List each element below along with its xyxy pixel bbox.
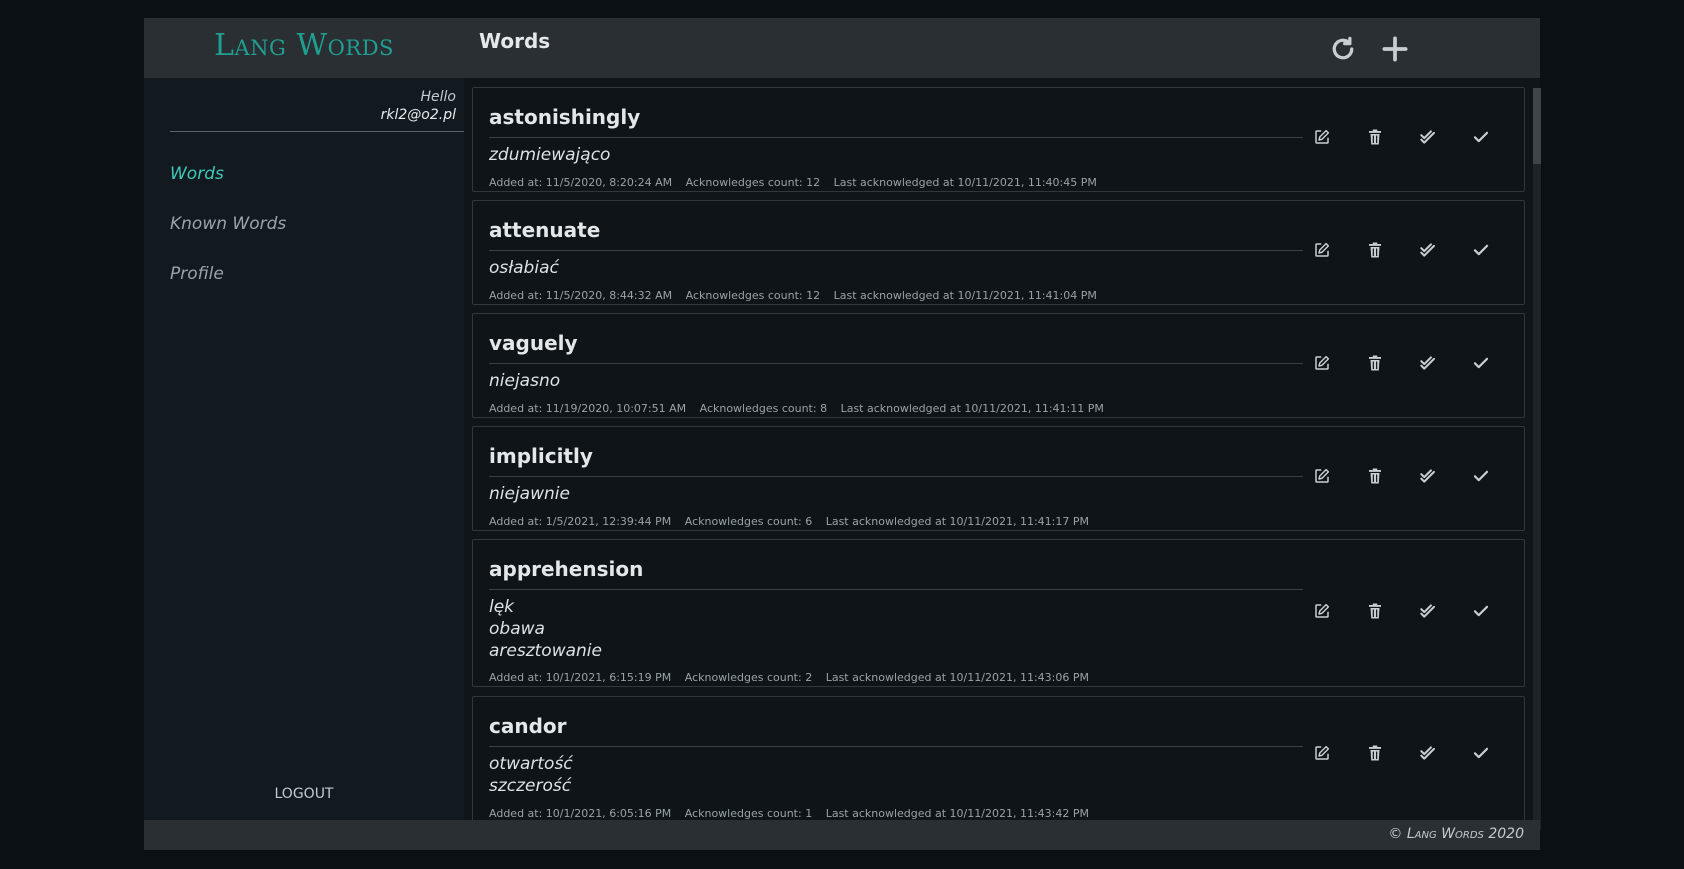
translation: niejasno — [489, 371, 561, 391]
word-text: candor — [489, 714, 567, 738]
added-at: Added at: 10/1/2021, 6:05:16 PM — [489, 807, 672, 820]
word-meta: Added at: 10/1/2021, 6:05:16 PM Acknowle… — [489, 807, 1099, 820]
word-divider — [489, 476, 1303, 477]
last-ack: Last acknowledged at 10/11/2021, 11:41:0… — [833, 289, 1097, 302]
check-icon[interactable] — [1472, 241, 1490, 259]
scrollbar[interactable] — [1533, 88, 1541, 830]
trash-icon[interactable] — [1366, 241, 1384, 259]
word-card: implicitly niejawnie Added at: 1/5/2021,… — [472, 426, 1525, 531]
word-meta: Added at: 10/1/2021, 6:15:19 PM Acknowle… — [489, 671, 1099, 684]
word-divider — [489, 746, 1303, 747]
double-check-icon[interactable] — [1419, 354, 1437, 372]
copyright: © Lang Words 2020 — [1388, 826, 1524, 842]
translation: obawa — [489, 619, 545, 639]
last-ack: Last acknowledged at 10/11/2021, 11:41:1… — [825, 515, 1089, 528]
trash-icon[interactable] — [1366, 128, 1384, 146]
word-card: astonishingly zdumiewająco Added at: 11/… — [472, 87, 1525, 192]
check-icon[interactable] — [1472, 354, 1490, 372]
ack-count: Acknowledges count: 8 — [699, 402, 828, 415]
added-at: Added at: 11/5/2020, 8:20:24 AM — [489, 176, 673, 189]
sidebar-item-known-words[interactable]: Known Words — [170, 214, 286, 234]
copyright-symbol: © — [1388, 826, 1403, 842]
top-bar: Lang Words Words — [144, 18, 1540, 78]
sidebar-item-words[interactable]: Words — [170, 164, 224, 184]
last-ack: Last acknowledged at 10/11/2021, 11:43:0… — [825, 671, 1089, 684]
check-icon[interactable] — [1472, 744, 1490, 762]
added-at: Added at: 1/5/2021, 12:39:44 PM — [489, 515, 672, 528]
app-logo[interactable]: Lang Words — [144, 28, 464, 63]
word-text: attenuate — [489, 218, 601, 242]
sidebar-item-profile[interactable]: Profile — [170, 264, 224, 284]
sidebar: Hello rkl2@o2.pl Words Known Words Profi… — [144, 78, 464, 838]
ack-count: Acknowledges count: 6 — [684, 515, 813, 528]
added-at: Added at: 11/19/2020, 10:07:51 AM — [489, 402, 687, 415]
app-window: Lang Words Words Hello rkl2@o2.pl Words … — [144, 18, 1541, 850]
translation: szczerość — [489, 776, 572, 796]
translation: otwartość — [489, 754, 573, 774]
edit-icon[interactable] — [1313, 128, 1331, 146]
edit-icon[interactable] — [1313, 744, 1331, 762]
word-divider — [489, 250, 1303, 251]
word-meta: Added at: 11/19/2020, 10:07:51 AM Acknow… — [489, 402, 1114, 415]
ack-count: Acknowledges count: 12 — [685, 289, 821, 302]
refresh-icon[interactable] — [1328, 34, 1358, 64]
word-divider — [489, 137, 1303, 138]
last-ack: Last acknowledged at 10/11/2021, 11:40:4… — [833, 176, 1097, 189]
footer: © Lang Words 2020 — [144, 820, 1540, 850]
word-meta: Added at: 1/5/2021, 12:39:44 PM Acknowle… — [489, 515, 1099, 528]
ack-count: Acknowledges count: 12 — [685, 176, 821, 189]
page-title: Words — [479, 29, 551, 53]
edit-icon[interactable] — [1313, 241, 1331, 259]
word-text: apprehension — [489, 557, 644, 581]
sidebar-divider — [170, 131, 464, 132]
greeting-text: Hello — [420, 89, 457, 105]
double-check-icon[interactable] — [1419, 241, 1437, 259]
trash-icon[interactable] — [1366, 744, 1384, 762]
translation: osłabiać — [489, 258, 559, 278]
word-text: vaguely — [489, 331, 578, 355]
translation: zdumiewająco — [489, 145, 611, 165]
check-icon[interactable] — [1472, 128, 1490, 146]
edit-icon[interactable] — [1313, 354, 1331, 372]
word-text: astonishingly — [489, 105, 641, 129]
word-meta: Added at: 11/5/2020, 8:20:24 AM Acknowle… — [489, 176, 1107, 189]
trash-icon[interactable] — [1366, 602, 1384, 620]
trash-icon[interactable] — [1366, 354, 1384, 372]
word-divider — [489, 589, 1303, 590]
double-check-icon[interactable] — [1419, 467, 1437, 485]
last-ack: Last acknowledged at 10/11/2021, 11:43:4… — [825, 807, 1089, 820]
word-card: vaguely niejasno Added at: 11/19/2020, 1… — [472, 313, 1525, 418]
added-at: Added at: 10/1/2021, 6:15:19 PM — [489, 671, 672, 684]
word-card: apprehension lęk obawa aresztowanie Adde… — [472, 539, 1525, 687]
added-at: Added at: 11/5/2020, 8:44:32 AM — [489, 289, 673, 302]
translation: aresztowanie — [489, 641, 602, 661]
plus-icon[interactable] — [1380, 34, 1410, 64]
check-icon[interactable] — [1472, 602, 1490, 620]
footer-brand: Lang Words — [1406, 826, 1484, 842]
check-icon[interactable] — [1472, 467, 1490, 485]
edit-icon[interactable] — [1313, 602, 1331, 620]
double-check-icon[interactable] — [1419, 602, 1437, 620]
ack-count: Acknowledges count: 2 — [684, 671, 813, 684]
footer-year: 2020 — [1488, 826, 1524, 842]
last-ack: Last acknowledged at 10/11/2021, 11:41:1… — [840, 402, 1104, 415]
word-meta: Added at: 11/5/2020, 8:44:32 AM Acknowle… — [489, 289, 1107, 302]
word-card: candor otwartość szczerość Added at: 10/… — [472, 696, 1525, 838]
word-divider — [489, 363, 1303, 364]
logout-button[interactable]: LOGOUT — [144, 786, 464, 802]
double-check-icon[interactable] — [1419, 744, 1437, 762]
words-list: astonishingly zdumiewająco Added at: 11/… — [464, 78, 1540, 838]
translation: lęk — [489, 597, 515, 617]
scrollbar-thumb[interactable] — [1533, 88, 1541, 164]
word-text: implicitly — [489, 444, 593, 468]
edit-icon[interactable] — [1313, 467, 1331, 485]
translation: niejawnie — [489, 484, 570, 504]
ack-count: Acknowledges count: 1 — [684, 807, 813, 820]
user-greeting: Hello rkl2@o2.pl — [381, 88, 456, 124]
word-card: attenuate osłabiać Added at: 11/5/2020, … — [472, 200, 1525, 305]
trash-icon[interactable] — [1366, 467, 1384, 485]
user-email: rkl2@o2.pl — [380, 107, 456, 123]
double-check-icon[interactable] — [1419, 128, 1437, 146]
